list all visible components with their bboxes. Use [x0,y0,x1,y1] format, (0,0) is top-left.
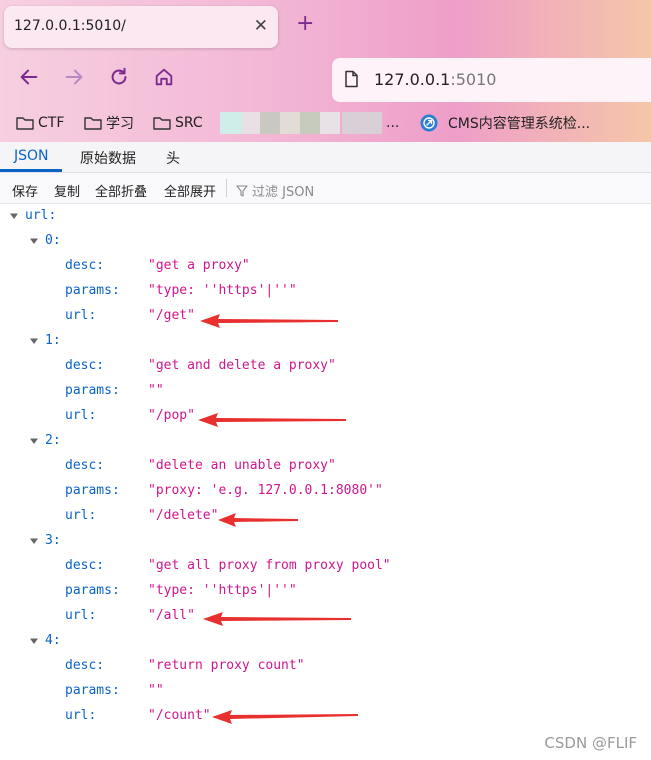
collapse-toggle-icon[interactable] [9,211,19,221]
filter-icon [236,184,248,197]
back-icon[interactable] [18,66,46,94]
json-field-key: url: [65,408,97,423]
annotation-arrow-icon [198,413,348,427]
annotation-arrow-icon [212,710,360,724]
address-bar[interactable]: 127.0.0.1:5010 [332,58,651,102]
json-field-key: url: [65,608,97,623]
forward-icon[interactable] [63,66,91,94]
collapse-toggle-icon[interactable] [29,636,39,646]
bookmark-label: SRC [175,115,203,131]
collapse-toggle-icon[interactable] [29,236,39,246]
json-index-key[interactable]: 2: [45,431,61,451]
json-field-key: params: [65,683,120,698]
json-string-value: "" [148,383,164,398]
json-string-value: "get all proxy from proxy pool" [148,558,391,573]
page-info-icon[interactable] [342,70,360,88]
json-string-value: "get a proxy" [148,258,250,273]
browser-tab[interactable]: 127.0.0.1:5010/ ✕ [4,6,278,48]
annotation-arrow-icon [200,314,340,328]
annotation-arrow-icon [218,513,300,527]
folder-icon [16,117,34,130]
json-field-key: desc: [65,258,105,273]
folder-icon [84,117,102,130]
save-button[interactable]: 保存 [12,181,38,200]
address-text: 127.0.0.1:5010 [374,70,496,89]
collapse-toggle-icon[interactable] [29,336,39,346]
new-tab-icon[interactable]: + [296,13,314,35]
json-field-key: url: [65,308,97,323]
collapse-all-button[interactable]: 全部折叠 [95,181,147,200]
json-field-key: params: [65,583,120,598]
folder-icon [153,117,171,130]
expand-all-button[interactable]: 全部展开 [164,181,216,200]
bookmark-cms[interactable]: CMS内容管理系统检... [420,114,590,132]
tab-headers[interactable]: 头 [166,148,180,168]
json-index-key[interactable]: 1: [45,331,61,351]
json-field-key: desc: [65,558,105,573]
bookmark-label: CMS内容管理系统检... [448,116,591,132]
close-icon[interactable]: ✕ [254,16,268,36]
toolbar-divider [226,179,227,197]
json-field-key: desc: [65,358,105,373]
home-icon[interactable] [153,66,181,94]
json-index-key[interactable]: 4: [45,631,61,651]
tab-title: 127.0.0.1:5010/ [14,18,126,34]
json-string-value: "/pop" [148,408,195,423]
json-field-key: params: [65,283,120,298]
address-port: :5010 [450,70,497,89]
json-string-value: "return proxy count" [148,658,305,673]
viewer-tab-bar: JSON 原始数据 头 [0,142,651,173]
bookmark-src[interactable]: SRC [153,114,203,132]
json-string-value: "get and delete a proxy" [148,358,336,373]
tab-raw-data[interactable]: 原始数据 [80,148,136,168]
json-string-value: "/count" [148,708,211,723]
json-field-key: url: [65,508,97,523]
json-index-key[interactable]: 3: [45,531,61,551]
bookmark-study[interactable]: 学习 [84,114,134,132]
viewer-toolbar: 保存 复制 全部折叠 全部展开 过滤 JSON [0,173,651,204]
address-host: 127.0.0.1 [374,70,451,89]
bookmark-label: CTF [38,115,65,131]
copy-button[interactable]: 复制 [54,181,80,200]
json-string-value: "proxy: 'e.g. 127.0.0.1:8080'" [148,483,383,498]
json-field-key: params: [65,383,120,398]
filter-json-input[interactable]: 过滤 JSON [236,181,314,200]
json-root-key[interactable]: url: [25,206,56,226]
bookmark-label: 学习 [106,116,134,132]
cms-site-icon [420,114,438,132]
browser-chrome: 127.0.0.1:5010/ ✕ + 127.0.0.1:5010 CTF 学… [0,0,651,142]
json-field-key: desc: [65,658,105,673]
json-string-value: "/all" [148,608,195,623]
json-field-key: url: [65,708,97,723]
json-string-value: "delete an unable proxy" [148,458,336,473]
json-string-value: "" [148,683,164,698]
json-string-value: "type: ''https'|''" [148,583,297,598]
json-index-key[interactable]: 0: [45,231,61,251]
active-tab-indicator [0,169,62,172]
filter-placeholder: 过滤 JSON [252,185,315,200]
json-string-value: "type: ''https'|''" [148,283,297,298]
watermark: CSDN @FLIF [544,734,637,752]
bookmark-overflow: ... [386,115,400,131]
reload-icon[interactable] [108,66,136,94]
json-string-value: "/delete" [148,508,219,523]
annotation-arrow-icon [203,612,353,626]
collapse-toggle-icon[interactable] [29,436,39,446]
tab-json[interactable]: JSON [14,148,49,164]
json-field-key: params: [65,483,120,498]
bookmark-ctf[interactable]: CTF [16,114,64,132]
collapse-toggle-icon[interactable] [29,536,39,546]
json-string-value: "/get" [148,308,195,323]
json-field-key: desc: [65,458,105,473]
